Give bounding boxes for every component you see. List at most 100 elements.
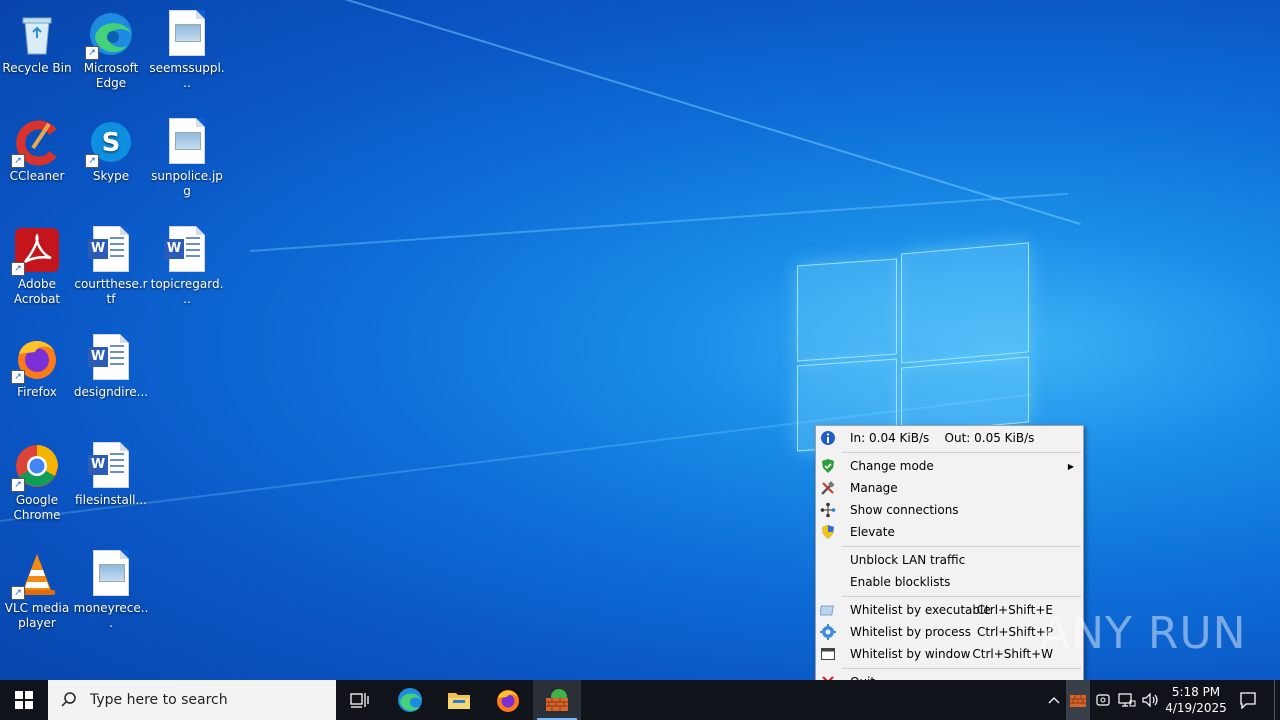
icon-label: Recycle Bin: [2, 61, 72, 75]
desktop-icon-topicregard[interactable]: W topicregard...: [149, 222, 225, 307]
icon-label: designdire...: [73, 385, 149, 399]
icon-label: moneyrece...: [73, 601, 149, 630]
show-desktop-button[interactable]: [1274, 680, 1280, 720]
action-center-button[interactable]: [1230, 680, 1266, 720]
task-view-icon: [350, 693, 369, 708]
brick-wall-icon: [1070, 695, 1086, 707]
image-file-icon: [163, 118, 211, 166]
word-document-icon: W: [87, 442, 135, 490]
icon-label: Adobe Acrobat: [13, 277, 61, 306]
taskbar-clock[interactable]: 5:18 PM 4/19/2025: [1164, 680, 1228, 720]
skype-icon: S ↗: [85, 118, 135, 168]
desktop-icon-courtthese[interactable]: W courtthese.rtf: [73, 222, 149, 307]
menu-item-unblock-lan[interactable]: Unblock LAN traffic: [816, 549, 1083, 571]
tools-icon: [816, 477, 840, 499]
icon-label: Google Chrome: [13, 493, 61, 522]
folder-icon: [448, 693, 470, 709]
shield-check-icon: [816, 455, 840, 477]
vlc-cone-icon: ↗: [11, 550, 61, 600]
ccleaner-icon: ↗: [11, 118, 61, 168]
taskbar-firefox[interactable]: [484, 680, 532, 720]
menu-item-label: Whitelist by process: [850, 625, 971, 639]
chrome-icon: ↗: [11, 442, 61, 492]
menu-item-label: Change mode: [850, 459, 934, 473]
icon-label: Microsoft Edge: [83, 61, 139, 90]
taskbar-file-explorer[interactable]: [435, 680, 483, 720]
task-view-button[interactable]: [336, 680, 384, 720]
shortcut-arrow-icon: ↗: [11, 370, 25, 384]
submenu-arrow-icon: ▶: [1067, 461, 1074, 471]
icon-label: VLC media player: [4, 601, 70, 630]
info-icon: [816, 427, 840, 449]
menu-separator: [842, 546, 1081, 547]
icon-label: seemssuppl...: [149, 61, 225, 90]
desktop-icon-seemssuppl[interactable]: seemssuppl...: [149, 6, 225, 91]
window-icon: [816, 643, 840, 665]
search-placeholder: Type here to search: [90, 692, 228, 708]
executable-icon: [816, 599, 840, 621]
desktop-icon-sunpolice[interactable]: sunpolice.jpg: [149, 114, 225, 199]
chevron-up-icon: [1048, 697, 1060, 704]
tray-firewall-icon[interactable]: [1066, 680, 1090, 720]
desktop-icon-microsoft-edge[interactable]: ↗ Microsoft Edge: [73, 6, 149, 91]
edge-icon: ↗: [85, 10, 135, 60]
clock-date: 4/19/2025: [1165, 701, 1227, 715]
shortcut-arrow-icon: ↗: [11, 586, 25, 600]
desktop-icon-adobe-acrobat[interactable]: ↗ Adobe Acrobat: [0, 222, 75, 307]
image-file-icon: [163, 10, 211, 58]
menu-item-enable-blocklists[interactable]: Enable blocklists: [816, 571, 1083, 593]
desktop-icon-firefox[interactable]: ↗ Firefox: [0, 330, 75, 400]
edge-icon: [398, 688, 422, 712]
clock-time: 5:18 PM: [1171, 685, 1221, 699]
uac-shield-icon: [816, 521, 840, 543]
desktop-icon-recycle-bin[interactable]: Recycle Bin: [0, 6, 75, 76]
menu-item-label: Whitelist by window: [850, 647, 971, 661]
taskbar-firewall-app[interactable]: [533, 680, 581, 720]
anyrun-watermark: ANY RUN: [1040, 608, 1247, 659]
icon-label: filesinstall...: [75, 493, 147, 507]
menu-item-change-mode[interactable]: Change mode ▶: [816, 455, 1083, 477]
tray-network[interactable]: [1116, 680, 1138, 720]
desktop-icon-designdire[interactable]: W designdire...: [73, 330, 149, 400]
windows-logo-wallpaper: [795, 240, 1035, 452]
menu-item-manage[interactable]: Manage: [816, 477, 1083, 499]
gear-process-icon: [816, 621, 840, 643]
camera-icon: [1096, 694, 1110, 706]
acrobat-icon: ↗: [11, 226, 61, 276]
menu-item-traffic-stats[interactable]: In: 0.04 KiB/s Out: 0.05 KiB/s: [816, 427, 1083, 449]
taskbar-search-box[interactable]: Type here to search: [48, 680, 336, 720]
tray-volume[interactable]: [1140, 680, 1162, 720]
network-icon: [816, 499, 840, 521]
shortcut-arrow-icon: ↗: [85, 46, 99, 60]
menu-item-elevate[interactable]: Elevate: [816, 521, 1083, 543]
desktop-icon-ccleaner[interactable]: ↗ CCleaner: [0, 114, 75, 184]
show-hidden-icons-button[interactable]: [1042, 680, 1066, 720]
desktop-icon-google-chrome[interactable]: ↗ Google Chrome: [0, 438, 75, 523]
icon-label: topicregard...: [150, 277, 224, 306]
wallpaper-beam: [219, 0, 1081, 226]
tray-meet-now[interactable]: [1092, 680, 1114, 720]
menu-separator: [842, 668, 1081, 669]
menu-item-label: In: 0.04 KiB/s Out: 0.05 KiB/s: [850, 431, 1035, 445]
notification-icon: [1240, 692, 1256, 709]
svg-text:S: S: [102, 128, 121, 158]
shortcut-arrow-icon: ↗: [85, 154, 99, 168]
desktop-icon-moneyrece[interactable]: moneyrece...: [73, 546, 149, 631]
menu-item-show-connections[interactable]: Show connections: [816, 499, 1083, 521]
image-file-icon: [87, 550, 135, 598]
icon-label: courtthese.rtf: [74, 277, 148, 306]
desktop-icon-vlc[interactable]: ↗ VLC media player: [0, 546, 75, 631]
desktop-icon-filesinstall[interactable]: W filesinstall...: [73, 438, 149, 508]
word-document-icon: W: [163, 226, 211, 274]
menu-item-label: Manage: [850, 481, 898, 495]
icon-label: CCleaner: [9, 169, 65, 183]
menu-item-label: Enable blocklists: [850, 575, 951, 589]
desktop-icon-skype[interactable]: S ↗ Skype: [73, 114, 149, 184]
taskbar-edge[interactable]: [386, 680, 434, 720]
brick-wall-globe-icon: [546, 689, 568, 711]
menu-separator: [842, 452, 1081, 453]
shortcut-arrow-icon: ↗: [11, 154, 25, 168]
start-button[interactable]: [0, 680, 48, 720]
word-document-icon: W: [87, 226, 135, 274]
firefox-icon: [497, 690, 519, 712]
